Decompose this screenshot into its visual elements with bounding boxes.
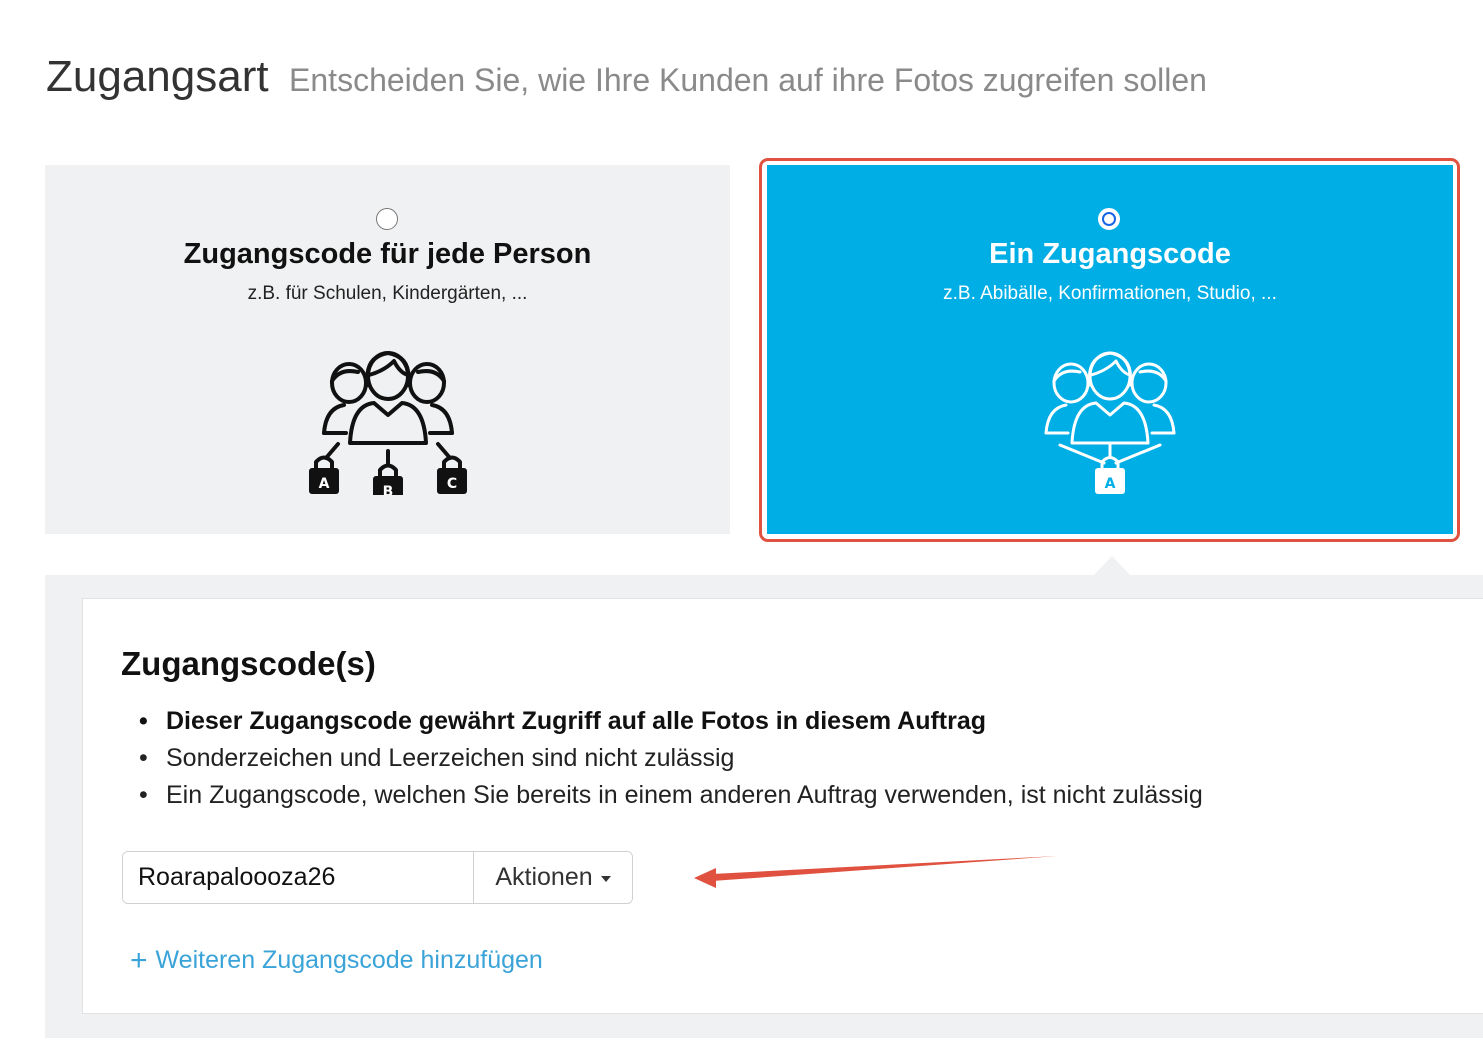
svg-text:B: B [382, 484, 393, 495]
access-code-panel: Zugangscode(s) Dieser Zugangscode gewähr… [82, 598, 1483, 1014]
radio-single-code[interactable] [1098, 208, 1120, 230]
group-single-lock-icon: A [1044, 351, 1176, 494]
access-code-input[interactable] [123, 852, 473, 903]
section-header: Zugangsart Entscheiden Sie, wie Ihre Kun… [46, 52, 1207, 102]
option-title: Zugangscode für jede Person [183, 238, 592, 270]
access-code-input-group: Aktionen [122, 851, 633, 904]
page-title: Zugangsart [46, 52, 269, 101]
option-description: z.B. für Schulen, Kindergärten, ... [247, 283, 528, 304]
add-access-code-link[interactable]: + Weiteren Zugangscode hinzufügen [130, 944, 543, 978]
panel-title: Zugangscode(s) [121, 645, 376, 682]
page-subtitle: Entscheiden Sie, wie Ihre Kunden auf ihr… [289, 62, 1207, 98]
rules-list: Dieser Zugangscode gewährt Zugriff auf a… [121, 703, 1203, 814]
add-access-code-label: Weiteren Zugangscode hinzufügen [155, 946, 543, 974]
option-card-per-person[interactable]: Zugangscode für jede Person z.B. für Sch… [45, 165, 730, 534]
rule-item: Sonderzeichen und Leerzeichen sind nicht… [121, 740, 1203, 777]
caret-down-icon [600, 876, 611, 882]
actions-dropdown-button[interactable]: Aktionen [473, 852, 632, 903]
option-card-single-code[interactable]: Ein Zugangscode z.B. Abibälle, Konfirmat… [767, 165, 1453, 534]
rule-item: Dieser Zugangscode gewährt Zugriff auf a… [121, 703, 1203, 740]
option-title: Ein Zugangscode [989, 238, 1231, 270]
svg-text:C: C [446, 476, 456, 492]
svg-text:A: A [1105, 476, 1116, 492]
panel-pointer [1094, 556, 1130, 575]
group-multiple-locks-icon: A B C [308, 351, 467, 495]
actions-label: Aktionen [495, 863, 593, 891]
option-description: z.B. Abibälle, Konfirmationen, Studio, .… [943, 283, 1277, 304]
svg-text:A: A [318, 476, 329, 492]
rule-item: Ein Zugangscode, welchen Sie bereits in … [121, 777, 1203, 814]
plus-icon: + [130, 944, 148, 977]
annotation-arrow [694, 856, 1058, 888]
radio-per-person[interactable] [375, 208, 398, 230]
